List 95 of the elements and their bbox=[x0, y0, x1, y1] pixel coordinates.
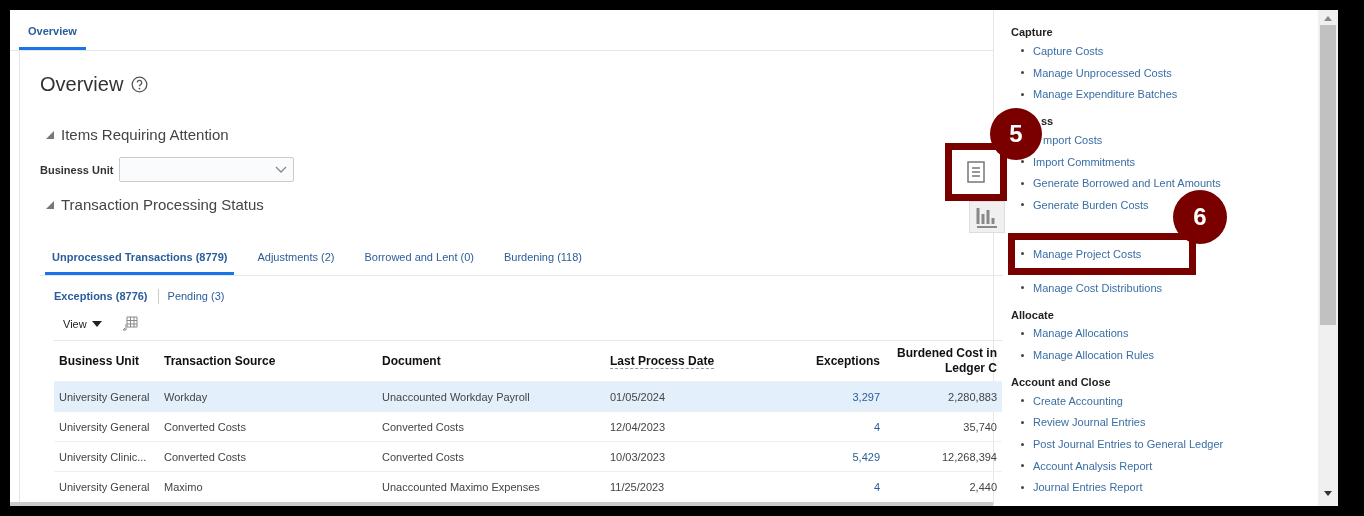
table-row[interactable]: University Clinic... Converted Costs Converted Costs 10/03/2023 5,429 12,268,394 bbox=[54, 441, 1002, 472]
bullet-icon bbox=[1021, 71, 1024, 75]
selected-row[interactable]: University General Workday Unaccounted Workday Payroll 01/05/2024 3,297 2,280,883 bbox=[54, 381, 1002, 412]
table-cell: 10/03/2023 bbox=[610, 450, 666, 463]
table-cell: University General bbox=[59, 420, 150, 433]
table-row[interactable]: University General Converted Costs Converted Costs 12/04/2023 4 35,740 bbox=[54, 411, 1002, 442]
collapse-triangle-icon[interactable] bbox=[45, 129, 55, 140]
column-header: Transaction Source bbox=[164, 354, 276, 368]
caret-icon bbox=[91, 321, 102, 327]
task-link[interactable]: Review Journal Entries bbox=[1033, 416, 1146, 429]
help-icon[interactable] bbox=[131, 76, 149, 93]
bullet-icon bbox=[1021, 485, 1024, 489]
chevron-down-icon[interactable] bbox=[275, 165, 288, 174]
tab[interactable]: Adjustments (2) bbox=[250, 251, 342, 275]
table-cell: Unaccounted Workday Payroll bbox=[382, 390, 530, 403]
table-cell: 2,280,883 bbox=[948, 390, 997, 403]
task-link[interactable]: Generate Burden Costs bbox=[1033, 198, 1149, 211]
tab[interactable]: Burdening (118) bbox=[496, 251, 590, 275]
section-title: Items Requiring Attention bbox=[61, 126, 229, 143]
exceptions-link[interactable]: 4 bbox=[873, 480, 880, 493]
task-link[interactable]: Post Journal Entries to General Ledger bbox=[1033, 438, 1224, 451]
table-cell: Converted Costs bbox=[164, 420, 246, 433]
tab[interactable]: Unprocessed Transactions (8779) bbox=[45, 251, 235, 275]
scroll-up-icon[interactable] bbox=[1324, 16, 1332, 21]
task-link[interactable]: Journal Entries Report bbox=[1033, 481, 1143, 494]
tab[interactable]: Overview bbox=[19, 25, 86, 50]
tab[interactable]: Exceptions (8776) bbox=[54, 289, 158, 304]
task-link[interactable]: Account Analysis Report bbox=[1033, 459, 1153, 472]
bullet-icon bbox=[1021, 420, 1024, 424]
collapse-triangle-icon[interactable] bbox=[45, 199, 55, 210]
bullet-icon bbox=[1021, 442, 1024, 446]
scrollbar[interactable] bbox=[1318, 10, 1338, 506]
table-cell: 2,440 bbox=[969, 480, 997, 493]
column-header: Burdened Cost in Ledger C bbox=[897, 346, 997, 375]
document-icon bbox=[967, 161, 985, 183]
bullet-icon bbox=[1021, 464, 1024, 468]
task-link[interactable]: mport Costs bbox=[1043, 133, 1103, 146]
task-link[interactable]: Create Accounting bbox=[1033, 394, 1123, 407]
table-cell: Unaccounted Maximo Expenses bbox=[382, 480, 540, 493]
view-menu-button[interactable]: View bbox=[63, 318, 102, 330]
task-link[interactable]: Manage Expenditure Batches bbox=[1033, 88, 1178, 101]
bar-chart-icon bbox=[976, 206, 998, 228]
tab[interactable]: Borrowed and Lent (0) bbox=[357, 251, 481, 275]
table-cell: 01/05/2024 bbox=[610, 390, 666, 403]
table-cell: University Clinic... bbox=[59, 450, 147, 463]
bullet-icon bbox=[1021, 181, 1024, 185]
bullet-icon bbox=[1021, 331, 1024, 335]
table-cell: University General bbox=[59, 390, 150, 403]
task-link[interactable]: Generate Borrowed and Lent Amounts bbox=[1033, 177, 1221, 190]
bullet-icon bbox=[1021, 203, 1024, 207]
table-cell: 12/04/2023 bbox=[610, 420, 666, 433]
group-heading: Capture bbox=[1011, 25, 1054, 40]
bullet-icon bbox=[1021, 252, 1024, 256]
bullet-icon bbox=[1021, 286, 1024, 290]
column-header: Exceptions bbox=[815, 354, 880, 368]
section-title: Transaction Processing Status bbox=[61, 196, 264, 213]
column-header: Business Unit bbox=[59, 354, 139, 368]
table-cell: Converted Costs bbox=[382, 450, 464, 463]
table-cell: 11/25/2023 bbox=[610, 480, 665, 493]
exceptions-link[interactable]: 4 bbox=[873, 420, 880, 433]
exceptions-link[interactable]: 3,297 bbox=[852, 390, 880, 403]
chart-button[interactable] bbox=[969, 201, 1005, 233]
bullet-icon bbox=[1021, 160, 1024, 164]
table-cell: Workday bbox=[164, 390, 208, 403]
column-header: Document bbox=[382, 354, 441, 368]
table-cell: 12,268,394 bbox=[941, 450, 997, 463]
task-link[interactable]: Manage Allocation Rules bbox=[1033, 349, 1155, 362]
table-row[interactable]: University General Maximo Unaccounted Maximo Expenses 11/25/2023 4 2,440 bbox=[54, 471, 1002, 501]
tab[interactable]: Pending (3) bbox=[157, 289, 235, 304]
task-link[interactable]: Capture Costs bbox=[1033, 44, 1104, 57]
bullet-icon bbox=[1021, 399, 1024, 403]
table-cell: Converted Costs bbox=[382, 420, 464, 433]
page-title: Overview bbox=[40, 73, 124, 96]
bullet-icon bbox=[1021, 353, 1024, 357]
exceptions-link[interactable]: 5,429 bbox=[852, 450, 880, 463]
step-number-badge: 6 bbox=[1173, 190, 1227, 244]
bullet-icon bbox=[1021, 92, 1024, 96]
report-button[interactable] bbox=[945, 143, 1007, 201]
scroll-down-icon[interactable] bbox=[1324, 491, 1332, 496]
group-heading: Allocate bbox=[1011, 307, 1055, 323]
group-heading: ss bbox=[1040, 114, 1055, 130]
column-header[interactable]: Last Process Date bbox=[610, 354, 715, 369]
group-heading: Account and Close bbox=[1011, 374, 1112, 390]
step-number-badge: 5 bbox=[990, 108, 1042, 160]
table-cell: 35,740 bbox=[963, 420, 997, 433]
task-link[interactable]: Manage Unprocessed Costs bbox=[1033, 66, 1172, 79]
field-label: Business Unit bbox=[40, 163, 114, 176]
table-cell: Maximo bbox=[164, 480, 203, 493]
task-link[interactable]: Manage Allocations bbox=[1033, 327, 1129, 340]
bullet-icon bbox=[1021, 49, 1024, 53]
detach-table-icon[interactable] bbox=[121, 316, 138, 332]
table-cell: University General bbox=[59, 480, 150, 493]
table-cell: Converted Costs bbox=[164, 450, 246, 463]
task-link[interactable]: Manage Cost Distributions bbox=[1033, 281, 1162, 294]
task-link[interactable]: Manage Project Costs bbox=[1033, 247, 1142, 260]
